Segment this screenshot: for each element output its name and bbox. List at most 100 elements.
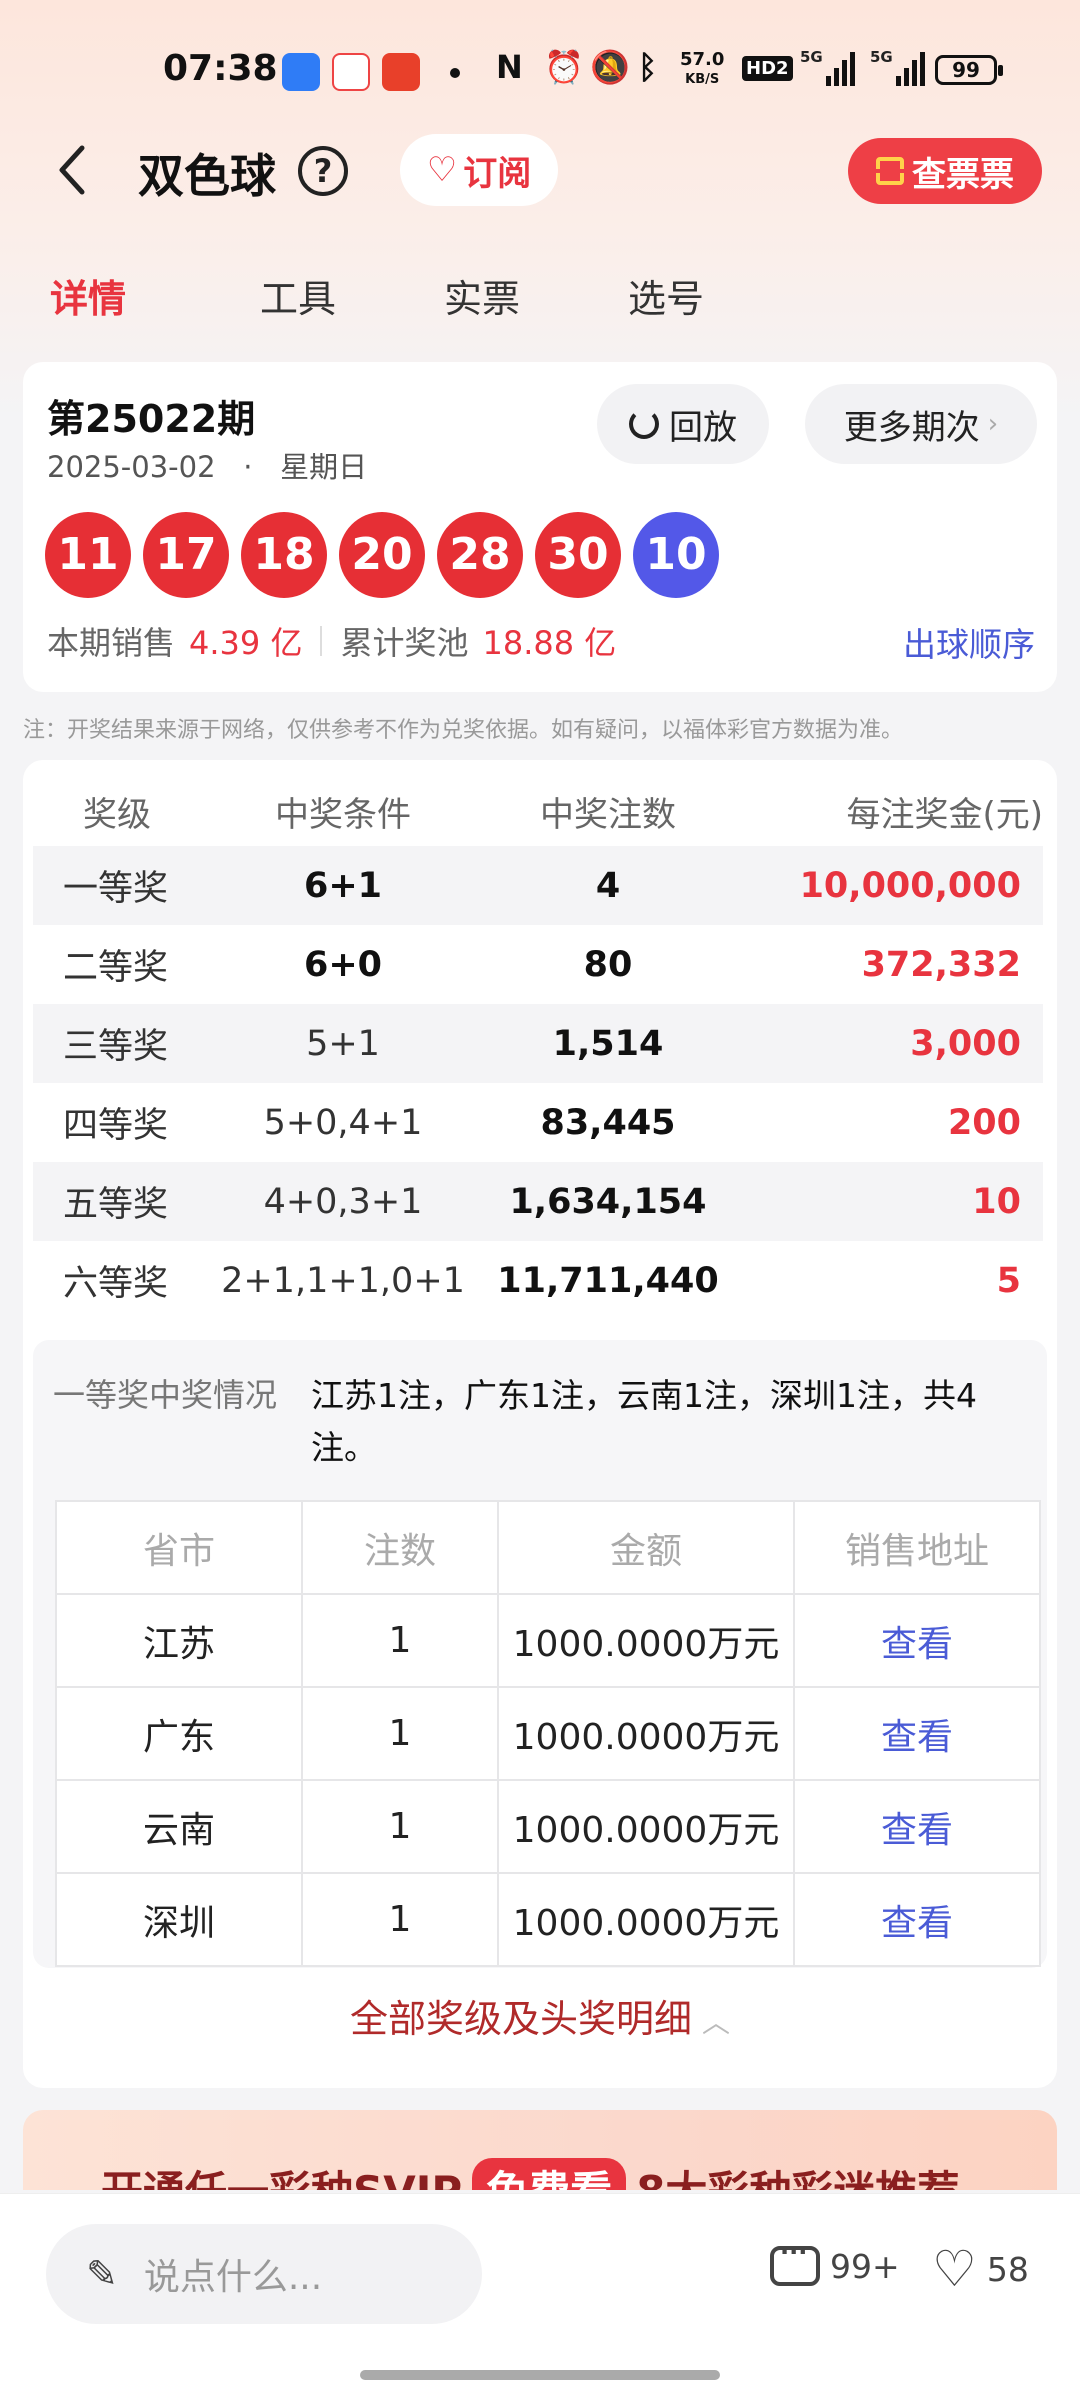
check-ticket-button[interactable]: 查票票 <box>848 138 1042 204</box>
comment-icon <box>770 2238 820 2286</box>
prize-condition: 2+1,1+1,0+1 <box>221 1260 465 1301</box>
prize-count: 83,445 <box>540 1102 676 1143</box>
network-speed: 57.0 KB/S <box>680 49 725 88</box>
prize-condition: 5+0,4+1 <box>263 1102 423 1143</box>
winning-numbers: 11 17 18 20 28 30 10 <box>45 512 719 598</box>
winner-count: 1 <box>301 1872 499 1967</box>
red-ball: 11 <box>45 512 131 598</box>
winner-amount: 1000.0000万元 <box>497 1593 795 1688</box>
red-ball: 28 <box>437 512 523 598</box>
alarm-icon: ⏰ <box>544 48 584 86</box>
prize-count: 11,711,440 <box>497 1260 719 1301</box>
sales-value: 4.39 亿 <box>189 624 303 662</box>
prize-amount: 200 <box>947 1102 1021 1143</box>
all-levels-link[interactable]: 全部奖级及头奖明细 ︿ <box>23 1988 1057 2043</box>
blue-ball: 10 <box>633 512 719 598</box>
comments-count: 99+ <box>830 2246 900 2286</box>
more-notifications-icon <box>450 68 460 78</box>
app-notification-icon <box>282 53 320 91</box>
prize-count: 1,634,154 <box>509 1181 707 1222</box>
back-button[interactable] <box>50 140 94 200</box>
winner-count: 1 <box>301 1593 499 1688</box>
prize-condition: 4+0,3+1 <box>263 1181 423 1222</box>
winner-region: 江苏 <box>55 1593 303 1688</box>
red-ball: 17 <box>143 512 229 598</box>
prize-count: 80 <box>583 944 633 985</box>
red-ball: 20 <box>339 512 425 598</box>
svip-promo-banner[interactable]: 开通任一彩种SVIP 免费看 8大彩种彩迷推荐 <box>23 2110 1057 2190</box>
winner-region: 深圳 <box>55 1872 303 1967</box>
prize-row: 二等奖 6+0 80 372,332 <box>33 925 1043 1004</box>
date-separator: · <box>224 450 271 484</box>
prize-level: 四等奖 <box>63 1106 169 1146</box>
red-ball: 30 <box>535 512 621 598</box>
prize-level: 六等奖 <box>63 1264 169 1304</box>
draw-weekday: 星期日 <box>280 450 368 484</box>
tab-real-tickets[interactable]: 实票 <box>444 268 520 323</box>
replay-button[interactable]: 回放 <box>597 384 769 464</box>
prize-condition: 5+1 <box>306 1023 380 1064</box>
pen-icon: ✎ <box>86 2252 118 2296</box>
draw-order-link[interactable]: 出球顺序 <box>903 618 1035 666</box>
like-button[interactable]: ♡ 58 <box>932 2240 1029 2298</box>
prize-amount: 372,332 <box>861 944 1021 985</box>
tab-details[interactable]: 详情 <box>50 268 126 323</box>
prize-condition: 6+1 <box>303 865 383 906</box>
header-count: 中奖注数 <box>540 794 676 835</box>
pool-value: 18.88 亿 <box>482 624 617 662</box>
status-time: 07:38 <box>163 48 278 89</box>
shop-notification-icon <box>382 53 420 91</box>
view-address-link[interactable]: 查看 <box>793 1593 1041 1688</box>
back-arrow-icon <box>59 145 85 195</box>
promo-text: 开通任一彩种SVIP 免费看 8大彩种彩迷推荐 <box>101 2158 959 2190</box>
winner-count: 1 <box>301 1779 499 1874</box>
more-issues-button[interactable]: 更多期次 › <box>805 384 1037 464</box>
col-region: 省市 <box>55 1500 303 1595</box>
page-title: 双色球 <box>138 149 276 203</box>
winner-row: 深圳 1 1000.0000万元 查看 <box>55 1872 1041 1967</box>
winner-region: 云南 <box>55 1779 303 1874</box>
prize-row: 五等奖 4+0,3+1 1,634,154 10 <box>33 1162 1043 1241</box>
view-address-link[interactable]: 查看 <box>793 1872 1041 1967</box>
promo-text-left: 开通任一彩种SVIP <box>101 2167 462 2190</box>
issue-date: 2025-03-02 · 星期日 <box>47 444 367 486</box>
header-condition: 中奖条件 <box>275 794 411 835</box>
heart-plus-icon: ♡ <box>426 150 458 190</box>
comments-button[interactable]: 99+ <box>770 2238 900 2286</box>
help-icon[interactable]: ? <box>298 146 348 196</box>
view-address-link[interactable]: 查看 <box>793 1779 1041 1874</box>
likes-count: 58 <box>986 2249 1029 2289</box>
prize-row: 一等奖 6+1 4 10,000,000 <box>33 846 1043 925</box>
issue-number: 第25022期 <box>47 397 256 441</box>
map-notification-icon <box>332 53 370 91</box>
nfc-icon: N <box>496 48 523 86</box>
prize-level: 二等奖 <box>63 948 169 988</box>
subscribe-button[interactable]: ♡ 订阅 <box>400 134 558 206</box>
more-issues-label: 更多期次 <box>843 407 980 448</box>
tab-pick-numbers[interactable]: 选号 <box>628 268 704 323</box>
prize-card: 奖级 中奖条件 中奖注数 每注奖金(元) 一等奖 6+1 4 10,000,00… <box>23 760 1057 2088</box>
home-indicator[interactable] <box>360 2370 720 2380</box>
comment-input[interactable]: ✎ 说点什么... <box>46 2224 482 2324</box>
winner-row: 江苏 1 1000.0000万元 查看 <box>55 1593 1041 1688</box>
replay-label: 回放 <box>669 407 737 448</box>
sales-label: 本期销售 <box>47 624 176 662</box>
prize-amount: 10,000,000 <box>799 865 1021 906</box>
view-address-link[interactable]: 查看 <box>793 1686 1041 1781</box>
signal-icon-2: 5G <box>870 48 925 86</box>
comment-placeholder: 说点什么... <box>143 2257 323 2298</box>
tab-tools[interactable]: 工具 <box>260 268 336 323</box>
prize-level: 五等奖 <box>63 1185 169 1225</box>
prize-level: 一等奖 <box>63 869 169 909</box>
prize-row: 六等奖 2+1,1+1,0+1 11,711,440 5 <box>33 1241 1043 1320</box>
pool-label: 累计奖池 <box>340 624 469 662</box>
subscribe-label: 订阅 <box>463 153 532 194</box>
prize-level: 三等奖 <box>63 1027 169 1067</box>
winner-amount: 1000.0000万元 <box>497 1779 795 1874</box>
header-level: 奖级 <box>83 794 151 835</box>
winner-row: 云南 1 1000.0000万元 查看 <box>55 1779 1041 1874</box>
chevron-up-icon: ︿ <box>702 2006 731 2039</box>
all-levels-label: 全部奖级及头奖明细 <box>349 1997 692 2041</box>
winner-amount: 1000.0000万元 <box>497 1872 795 1967</box>
first-prize-summary: 江苏1注，广东1注，云南1注，深圳1注，共4注。 <box>311 1376 977 1467</box>
